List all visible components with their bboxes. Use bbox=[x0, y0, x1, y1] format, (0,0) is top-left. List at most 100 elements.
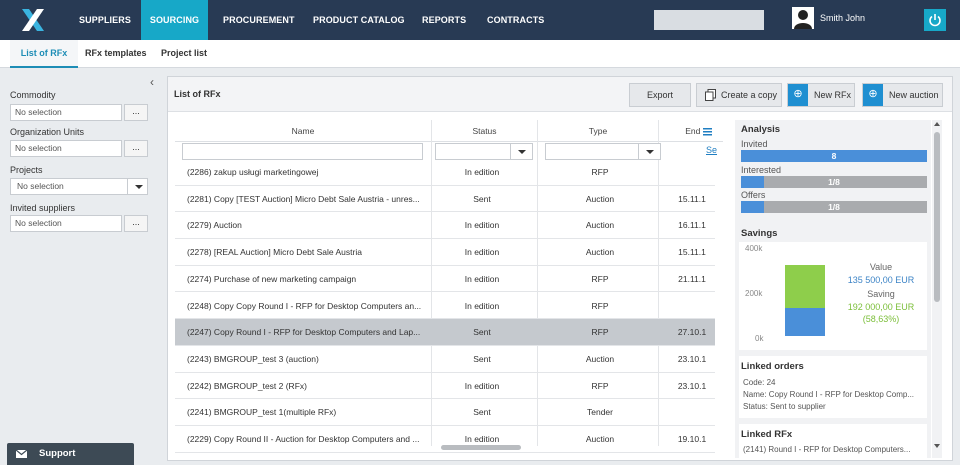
cell-status: In edition bbox=[464, 273, 500, 284]
savings-saving-amount: 192 000,00 EUR bbox=[847, 302, 915, 312]
table-row[interactable]: (2286) zakup usługi marketingowej In edi… bbox=[175, 163, 715, 186]
export-button[interactable]: Export bbox=[629, 83, 691, 107]
org-units-field[interactable]: No selection bbox=[10, 140, 122, 157]
cell-type: RFP bbox=[591, 273, 609, 284]
savings-y-tick: 0k bbox=[755, 334, 764, 343]
offers-label: Offers bbox=[741, 190, 766, 200]
tab-list-of-rfx[interactable]: List of RFx bbox=[10, 40, 78, 68]
org-units-label: Organization Units bbox=[10, 127, 85, 137]
chevron-down-icon bbox=[510, 144, 532, 159]
cell-type: Auction bbox=[585, 247, 615, 258]
global-search-input[interactable] bbox=[654, 10, 764, 30]
cell-end bbox=[672, 293, 712, 319]
column-header-status[interactable]: Status bbox=[432, 120, 537, 142]
org-units-browse-button[interactable]: ... bbox=[124, 140, 148, 157]
cell-type: Auction bbox=[585, 434, 615, 444]
cell-name: (2229) Copy Round II - Auction for Deskt… bbox=[187, 434, 420, 444]
type-filter-select[interactable] bbox=[545, 143, 661, 160]
scroll-up-icon[interactable] bbox=[934, 122, 940, 126]
savings-saving-percent: (58,63%) bbox=[862, 314, 900, 324]
page-title: List of RFx bbox=[174, 89, 221, 99]
interested-progress-bar: 1/8 bbox=[741, 176, 927, 188]
analysis-panel: Analysis Invited 8 Interested 1/8 Offers… bbox=[735, 120, 931, 458]
column-menu-icon[interactable] bbox=[702, 127, 712, 136]
cell-end: 27.10.1 bbox=[677, 327, 707, 338]
offers-value: 1/8 bbox=[828, 202, 840, 212]
cell-end: 19.10.1 bbox=[677, 434, 707, 444]
savings-bar-value bbox=[785, 308, 825, 336]
table-row[interactable]: (2281) Copy [TEST Auction] Micro Debt Sa… bbox=[175, 186, 715, 213]
commodity-field[interactable]: No selection bbox=[10, 104, 122, 121]
cell-type: Auction bbox=[585, 353, 615, 364]
invited-suppliers-browse-button[interactable]: ... bbox=[124, 215, 148, 232]
nav-procurement[interactable]: PROCUREMENT bbox=[223, 0, 295, 40]
table-row[interactable]: (2274) Purchase of new marketing campaig… bbox=[175, 266, 715, 293]
analysis-scrollbar[interactable] bbox=[932, 120, 942, 458]
table-row[interactable]: (2242) BMGROUP_test 2 (RFx) In edition R… bbox=[175, 373, 715, 400]
projects-select[interactable]: No selection bbox=[10, 178, 148, 195]
cell-status: In edition bbox=[464, 380, 500, 391]
new-rfx-button[interactable]: ⊕ New RFx bbox=[787, 83, 855, 107]
app-logo-icon[interactable] bbox=[20, 7, 46, 33]
nav-contracts[interactable]: CONTRACTS bbox=[487, 0, 544, 40]
analysis-title: Analysis bbox=[741, 124, 781, 135]
table-horizontal-scrollbar[interactable] bbox=[441, 445, 521, 450]
table-row[interactable]: (2243) BMGROUP_test 3 (auction) Sent Auc… bbox=[175, 346, 715, 373]
support-button[interactable]: Support bbox=[7, 443, 134, 465]
commodity-browse-button[interactable]: ... bbox=[124, 104, 148, 121]
savings-value-label: Value bbox=[869, 262, 893, 272]
cell-type: RFP bbox=[591, 167, 609, 177]
cell-end: 21.11.1 bbox=[678, 273, 706, 284]
savings-value-amount: 135 500,00 EUR bbox=[847, 275, 915, 285]
filter-settings-link[interactable]: Se bbox=[706, 145, 717, 155]
card-header: List of RFx Export Create a copy ⊕ New R… bbox=[168, 77, 952, 112]
invited-suppliers-field[interactable]: No selection bbox=[10, 215, 122, 232]
create-copy-button[interactable]: Create a copy bbox=[696, 83, 782, 107]
rfx-list-card: List of RFx Export Create a copy ⊕ New R… bbox=[167, 76, 953, 461]
invited-suppliers-label: Invited suppliers bbox=[10, 203, 76, 213]
cell-name: (2247) Copy Round I - RFP for Desktop Co… bbox=[187, 327, 421, 338]
tab-rfx-templates[interactable]: RFx templates bbox=[85, 40, 147, 68]
table-body: (2286) zakup usługi marketingowej In edi… bbox=[175, 163, 723, 454]
column-header-type[interactable]: Type bbox=[538, 120, 658, 142]
support-label: Support bbox=[39, 448, 76, 459]
linked-orders-section: Linked orders Code: 24 Name: Copy Round … bbox=[739, 356, 927, 418]
table-row[interactable]: (2248) Copy Copy Round I - RFP for Deskt… bbox=[175, 293, 715, 320]
user-name[interactable]: Smith John bbox=[820, 13, 865, 23]
table-row[interactable]: (2241) BMGROUP_test 1(multiple RFx) Sent… bbox=[175, 399, 715, 426]
user-avatar[interactable] bbox=[792, 7, 814, 29]
column-header-end[interactable]: End bbox=[672, 120, 716, 142]
chevron-down-icon bbox=[127, 179, 147, 194]
table-row[interactable]: (2279) Auction In edition Auction 16.11.… bbox=[175, 212, 715, 240]
analysis-scrollbar-thumb[interactable] bbox=[934, 132, 940, 302]
cell-end: 23.10.1 bbox=[677, 353, 707, 364]
linked-rfx-title: Linked RFx bbox=[741, 429, 793, 440]
column-header-name[interactable]: Name bbox=[175, 120, 431, 142]
savings-bar-saving bbox=[785, 265, 825, 308]
plus-circle-icon: ⊕ bbox=[788, 84, 808, 106]
scroll-down-icon[interactable] bbox=[934, 444, 940, 448]
logout-button[interactable] bbox=[924, 9, 946, 31]
table-row[interactable]: (2278) [REAL Auction] Micro Debt Sale Au… bbox=[175, 239, 715, 266]
nav-sourcing[interactable]: SOURCING bbox=[141, 0, 208, 40]
nav-product-catalog[interactable]: PRODUCT CATALOG bbox=[313, 0, 405, 40]
linked-order-code: Code: 24 bbox=[743, 378, 776, 387]
name-filter-input[interactable] bbox=[182, 143, 423, 160]
cell-status: Sent bbox=[473, 353, 491, 364]
new-auction-label: New auction bbox=[889, 90, 939, 100]
tab-project-list[interactable]: Project list bbox=[161, 40, 207, 68]
sub-navigation: List of RFx RFx templates Project list bbox=[0, 40, 960, 68]
collapse-panel-icon[interactable]: ‹ bbox=[150, 75, 154, 89]
status-filter-select[interactable] bbox=[435, 143, 533, 160]
copy-icon bbox=[705, 89, 716, 101]
new-auction-button[interactable]: ⊕ New auction bbox=[862, 83, 943, 107]
nav-reports[interactable]: REPORTS bbox=[422, 0, 466, 40]
cell-name: (2248) Copy Copy Round I - RFP for Deskt… bbox=[187, 300, 422, 311]
nav-suppliers[interactable]: SUPPLIERS bbox=[66, 0, 144, 40]
cell-status: In edition bbox=[464, 167, 500, 177]
interested-label: Interested bbox=[741, 165, 782, 175]
table-row-selected[interactable]: (2247) Copy Round I - RFP for Desktop Co… bbox=[175, 319, 715, 346]
cell-name: (2274) Purchase of new marketing campaig… bbox=[187, 273, 357, 284]
linked-order-name[interactable]: Name: Copy Round I - RFP for Desktop Com… bbox=[743, 390, 927, 399]
linked-rfx-item[interactable]: (2141) Round I - RFP for Desktop Compute… bbox=[743, 445, 927, 454]
